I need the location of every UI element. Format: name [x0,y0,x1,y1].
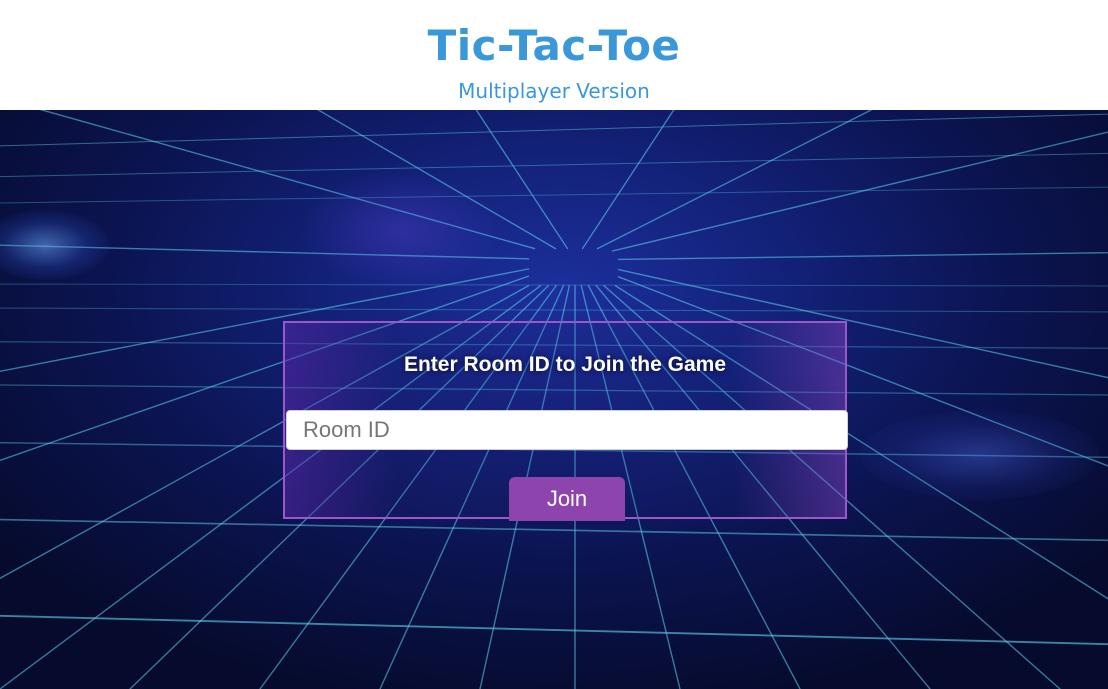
join-room-panel: Enter Room ID to Join the Game Join [283,321,848,521]
join-button[interactable]: Join [509,477,625,521]
grid-ray-line [611,131,1108,252]
grid-ray-line [39,110,536,250]
grid-ray-line [0,244,530,260]
grid-ray-line [581,110,675,250]
grid-ceiling-line [0,113,1108,147]
page-title: Tic-Tac-Toe [427,21,681,70]
grid-horizon-line [0,518,1108,542]
grid-ray-line [475,110,569,250]
grid-ray-line [596,110,873,250]
background-grid-scene: Enter Room ID to Join the Game Join [0,110,1108,689]
grid-horizon-line [0,614,1108,646]
room-id-input[interactable] [286,410,848,450]
grid-ray-line [317,110,557,250]
grid-ceiling-line [0,152,1108,178]
grid-horizon-line [0,283,1108,287]
grid-horizon-line [0,307,1108,313]
grid-ceiling-line [0,186,1108,204]
grid-ray-line [617,251,1108,261]
page-subtitle: Multiplayer Version [458,79,650,103]
join-panel-heading: Enter Room ID to Join the Game [403,353,727,376]
page-header: Tic-Tac-Toe Multiplayer Version [0,0,1108,110]
